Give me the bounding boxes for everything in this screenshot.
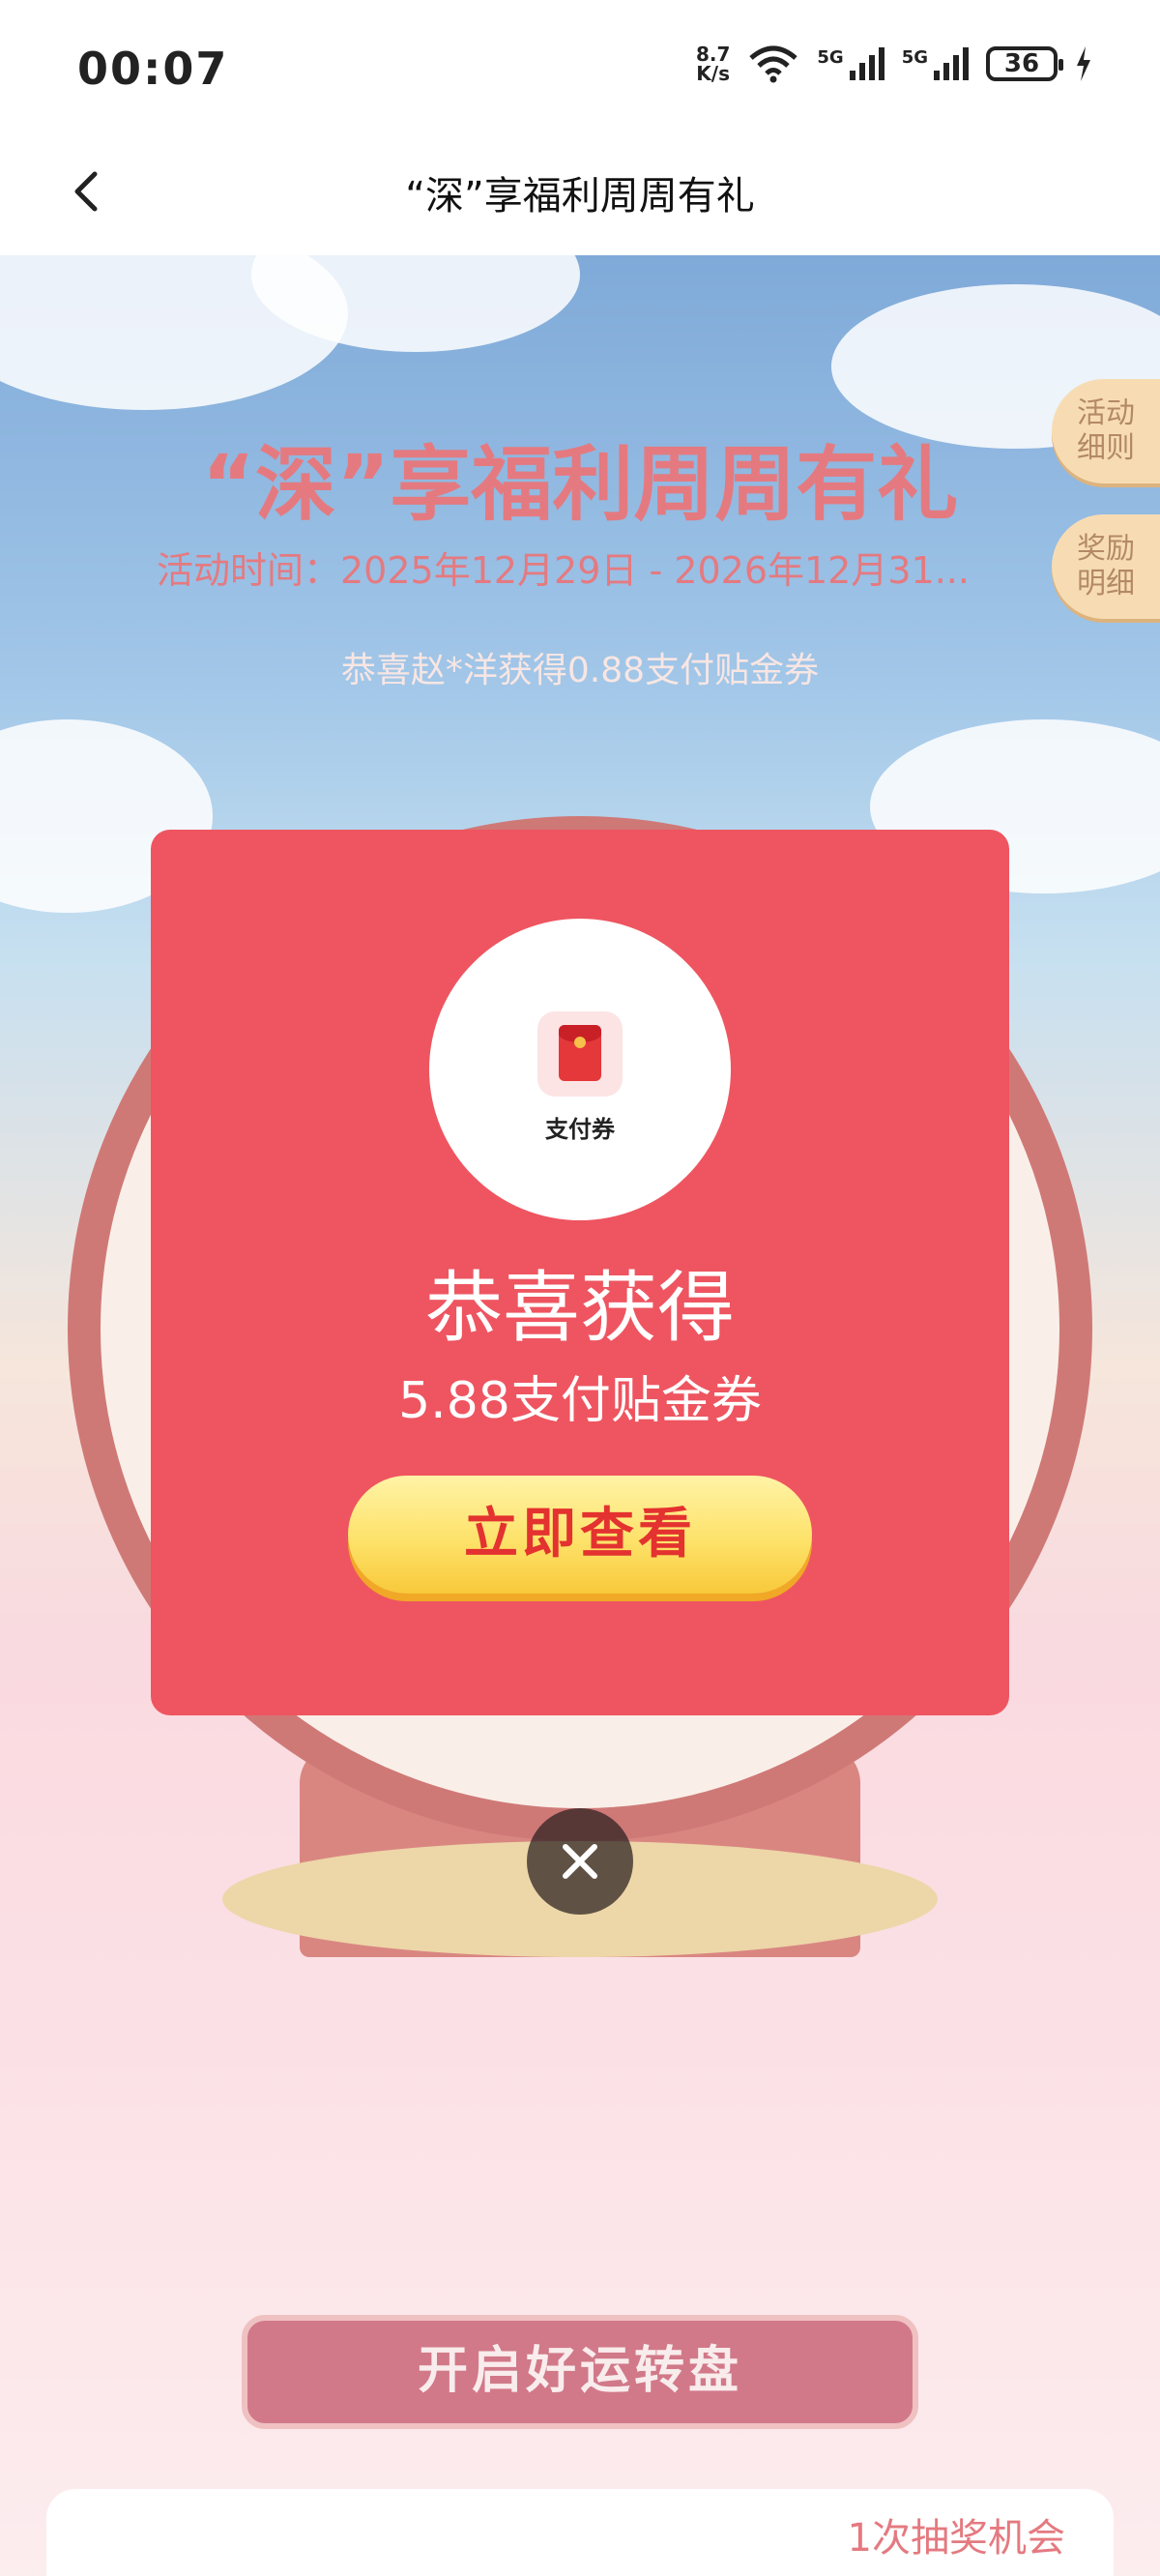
congrats-heading: 恭喜获得 — [425, 1263, 735, 1353]
page-title: “深”享福利周周有礼 — [405, 174, 755, 219]
signal-icon-2: 5G — [902, 47, 969, 80]
prize-modal: 支付券 恭喜获得 5.88支付贴金券 立即查看 — [151, 830, 1009, 1715]
close-icon — [563, 1844, 597, 1879]
status-bar: 00:07 8.7 K/s 5G 5G 36 — [0, 0, 1160, 135]
prize-icon-circle: 支付券 — [429, 919, 731, 1220]
prize-name: 5.88支付贴金券 — [398, 1372, 762, 1430]
battery-icon: 36 — [986, 46, 1063, 81]
charging-icon — [1077, 46, 1090, 81]
status-icons: 8.7 K/s 5G 5G 36 — [696, 44, 1092, 83]
nav-bar: “深”享福利周周有礼 — [0, 135, 1160, 255]
coupon-type-label: 支付券 — [545, 1116, 615, 1143]
wifi-icon — [749, 45, 798, 83]
view-now-button[interactable]: 立即查看 — [348, 1476, 812, 1594]
red-envelope-icon — [537, 1011, 623, 1097]
signal-icon-1: 5G — [817, 47, 884, 80]
status-time: 00:07 — [77, 43, 229, 95]
close-modal-button[interactable] — [527, 1808, 633, 1915]
net-speed: 8.7 K/s — [695, 43, 731, 85]
